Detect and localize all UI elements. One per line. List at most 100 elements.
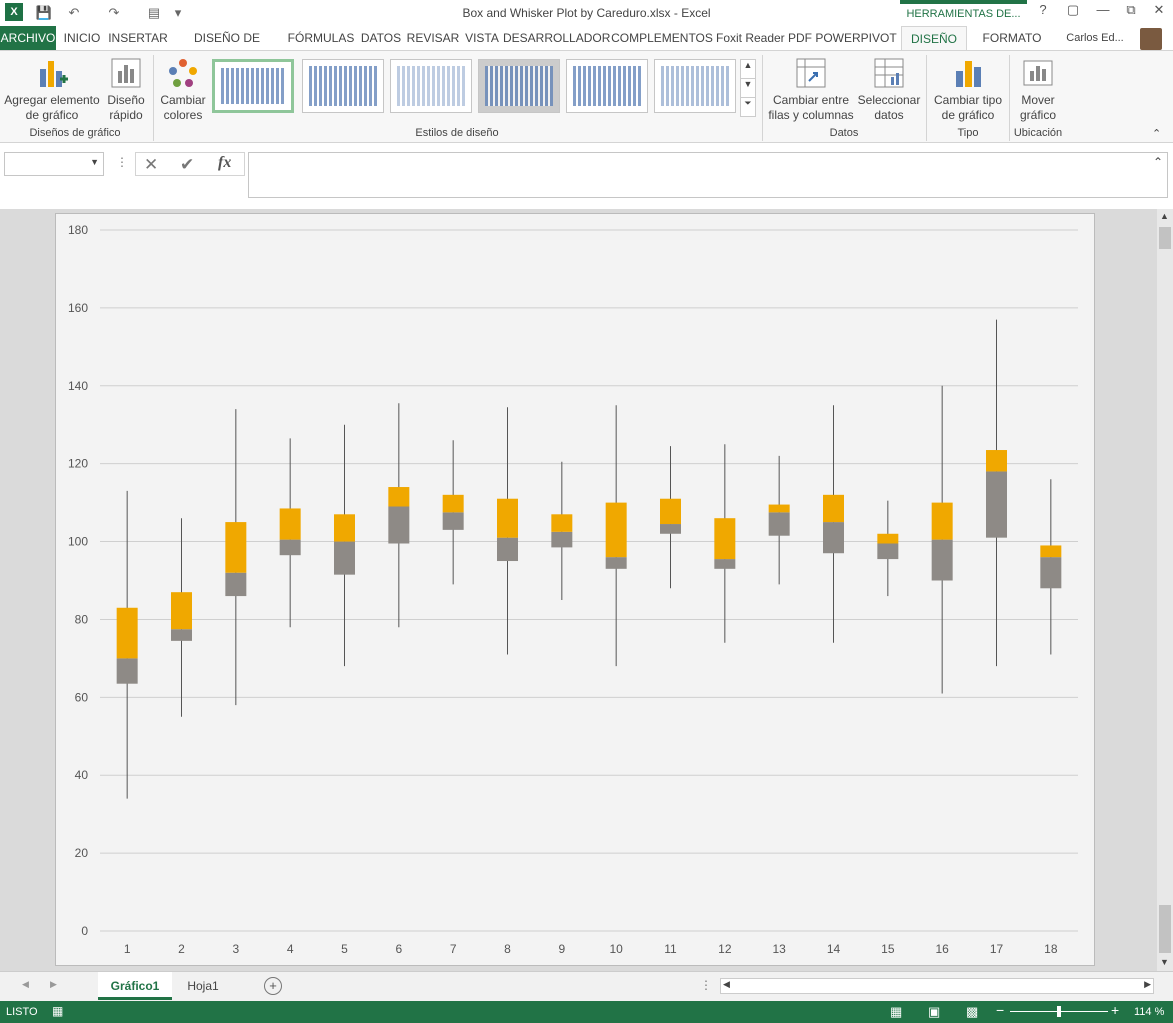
scroll-down-icon[interactable]: ▼ [1160, 957, 1169, 967]
select-data-label-2: datos [874, 108, 904, 122]
change-colors-button[interactable]: Cambiar colores [156, 57, 210, 123]
chart-style-1[interactable] [212, 59, 294, 113]
box-whisker-chart[interactable]: 0204060801001201401601801 2 3 4 5 6 7 8 9 10 11 12 1… [56, 214, 1094, 965]
page-break-view-icon[interactable]: ▩ [966, 1004, 978, 1020]
scroll-thumb-lower[interactable] [1159, 905, 1171, 953]
gallery-down-icon[interactable]: ▼ [740, 78, 756, 98]
cancel-icon[interactable]: ✕ [144, 155, 158, 175]
zoom-out-icon[interactable]: − [996, 1002, 1004, 1018]
prev-sheet-icon[interactable]: ◀ [22, 979, 29, 990]
tab-datos[interactable]: DATOS [358, 26, 404, 50]
quick-layout-button[interactable]: Diseño rápido [104, 57, 148, 123]
box-lower [605, 557, 627, 569]
add-chart-element-icon [40, 61, 68, 87]
x-tick-label: 12 [718, 942, 732, 956]
scroll-thumb[interactable] [1159, 227, 1171, 249]
box-upper [660, 498, 681, 525]
context-tab-label: HERRAMIENTAS DE... [900, 0, 1027, 26]
tab-archivo[interactable]: ARCHIVO [0, 26, 56, 50]
add-sheet-icon[interactable]: + [264, 977, 282, 995]
tab-complementos[interactable]: COMPLEMENTOS [610, 26, 714, 50]
group-separator [153, 55, 154, 141]
status-bar: LISTO ▦ ▦ ▣ ▩ − + 114 % [0, 1001, 1173, 1023]
minimize-button[interactable]: — [1090, 2, 1116, 22]
tab-powerpivot[interactable]: POWERPIVOT [814, 26, 898, 50]
sheet-tabs-bar: ◀ ▶ Gráfico1 Hoja1 + ⋮ ◀ ▶ [0, 971, 1173, 1001]
change-chart-type-button[interactable]: Cambiar tipo de gráfico [930, 57, 1006, 123]
box-lower [768, 512, 790, 536]
help-button[interactable]: ? [1030, 2, 1056, 22]
zoom-slider-thumb[interactable] [1057, 1006, 1061, 1017]
tab-revisar[interactable]: REVISAR [405, 26, 461, 50]
box-lower [497, 537, 518, 562]
x-tick-label: 1 [124, 942, 131, 956]
tab-splitter-icon[interactable]: ⋮ [700, 978, 712, 992]
tab-foxit[interactable]: Foxit Reader PDF [715, 26, 813, 50]
gallery-up-icon[interactable]: ▲ [740, 59, 756, 79]
x-tick-label: 10 [609, 942, 623, 956]
group-separator [926, 55, 927, 141]
collapse-ribbon-icon[interactable]: ⌃ [1152, 127, 1161, 140]
enter-icon[interactable]: ✔ [180, 155, 194, 175]
collapse-formula-icon[interactable]: ⌃ [1153, 155, 1163, 169]
box-upper [225, 522, 247, 573]
tab-formulas[interactable]: FÓRMULAS [285, 26, 357, 50]
tab-diseno[interactable]: DISEÑO [901, 26, 967, 50]
normal-view-icon[interactable]: ▦ [890, 1004, 902, 1020]
x-tick-label: 8 [504, 942, 511, 956]
x-tick-label: 3 [232, 942, 239, 956]
chart-style-5[interactable] [566, 59, 648, 113]
horizontal-scrollbar[interactable]: ◀ ▶ [720, 978, 1154, 994]
tab-insertar[interactable]: INSERTAR [107, 26, 169, 50]
group-styles-label: Estilos de diseño [415, 127, 499, 139]
chart-style-3[interactable] [390, 59, 472, 113]
zoom-in-icon[interactable]: + [1111, 1002, 1119, 1018]
user-name[interactable]: Carlos Ed... [1058, 26, 1132, 50]
box-lower [823, 522, 844, 554]
add-chart-element-button[interactable]: Agregar elemento de gráfico [2, 57, 102, 123]
zoom-level[interactable]: 114 % [1134, 1006, 1164, 1018]
tab-desarrollador[interactable]: DESARROLLADOR [503, 26, 610, 50]
tab-inicio[interactable]: INICIO [58, 26, 106, 50]
scroll-up-icon[interactable]: ▲ [1160, 211, 1169, 221]
x-tick-label: 18 [1044, 942, 1058, 956]
insert-function-icon[interactable]: fx [218, 154, 231, 172]
tab-vista[interactable]: VISTA [462, 26, 502, 50]
restore-button[interactable]: ⧉ [1118, 2, 1144, 22]
group-layouts-label: Diseños de gráfico [29, 127, 121, 139]
chart-style-4[interactable] [478, 59, 560, 113]
formula-input[interactable]: ⌃ [248, 152, 1168, 198]
box-lower [279, 539, 301, 556]
chart-style-6[interactable] [654, 59, 736, 113]
tab-formato[interactable]: FORMATO [968, 26, 1056, 50]
name-box[interactable]: ▼ [4, 152, 104, 176]
move-chart-button[interactable]: Mover gráfico [1012, 57, 1064, 123]
tab-diseno-pagina[interactable]: DISEÑO DE PÁGINA [170, 26, 284, 69]
close-button[interactable]: ✕ [1146, 2, 1172, 22]
avatar[interactable] [1140, 28, 1162, 50]
page-layout-view-icon[interactable]: ▣ [928, 1004, 940, 1020]
next-sheet-icon[interactable]: ▶ [50, 979, 57, 990]
ribbon-display-icon[interactable]: ▢ [1060, 2, 1086, 22]
chart-style-2[interactable] [302, 59, 384, 113]
quick-layout-label-1: Diseño [107, 93, 145, 107]
select-data-button[interactable]: Seleccionar datos [856, 57, 922, 123]
vertical-scrollbar[interactable]: ▲ ▼ [1157, 209, 1173, 971]
name-box-dropdown-icon[interactable]: ▼ [90, 157, 99, 167]
scroll-left-icon[interactable]: ◀ [723, 979, 730, 990]
box-upper [388, 487, 410, 507]
box-lower [931, 539, 953, 581]
gallery-more-icon[interactable]: ⏷ [740, 97, 756, 117]
sheet-tab-hoja1[interactable]: Hoja1 [176, 972, 230, 1000]
box-lower [660, 524, 681, 534]
sheet-tab-grafico1[interactable]: Gráfico1 [98, 972, 172, 1000]
chart-type-icon [956, 61, 981, 87]
scroll-right-icon[interactable]: ▶ [1144, 979, 1151, 990]
change-colors-label-1: Cambiar [160, 93, 206, 107]
chart-area[interactable]: 0 20 40 60 80 100 120 140 160 180 1 2 3 4 5 6 7 8 9 10 11 12 1… [55, 213, 1095, 966]
box-upper [442, 494, 464, 513]
macro-record-icon[interactable]: ▦ [52, 1004, 63, 1018]
box-lower [334, 541, 355, 575]
add-chart-element-label-1: Agregar elemento [4, 93, 100, 107]
switch-row-column-button[interactable]: Cambiar entre filas y columnas [766, 57, 856, 123]
